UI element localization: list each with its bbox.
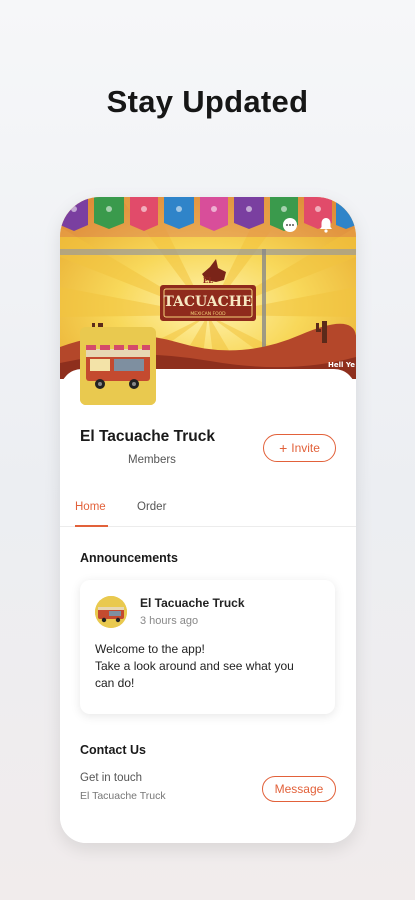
group-logo xyxy=(80,327,156,405)
invite-button[interactable]: + Invite xyxy=(263,434,336,462)
post-body-line: Welcome to the app! xyxy=(95,642,205,656)
contact-name: El Tacuache Truck xyxy=(80,790,166,802)
post-body: Welcome to the app! Take a look around a… xyxy=(95,641,327,692)
announcements-title: Announcements xyxy=(80,551,178,565)
avatar xyxy=(95,596,127,628)
chat-icon[interactable] xyxy=(280,215,300,235)
contact-subtitle: Get in touch xyxy=(80,772,143,784)
post-body-line: can do! xyxy=(95,676,135,690)
banner-logo-subtext: MEXICAN FOOD xyxy=(190,311,226,317)
tab-bar: Home Order xyxy=(60,493,356,527)
invite-button-label: Invite xyxy=(291,441,320,455)
phone-frame: EL TACUACHE MEXICAN FOOD Hell Ye El Tacu… xyxy=(60,197,356,843)
post-body-line: Take a look around and see what you xyxy=(95,659,294,673)
tab-order[interactable]: Order xyxy=(137,501,166,513)
contact-title: Contact Us xyxy=(80,743,146,757)
active-tab-indicator xyxy=(75,525,108,527)
tab-home[interactable]: Home xyxy=(75,501,106,513)
message-button[interactable]: Message xyxy=(262,776,336,802)
banner-corner-text: Hell Ye xyxy=(328,361,355,369)
announcement-post[interactable]: El Tacuache Truck 3 hours ago Welcome to… xyxy=(80,580,335,714)
group-name: El Tacuache Truck xyxy=(80,428,215,445)
group-card: El Tacuache Truck Members + Invite Home … xyxy=(60,327,356,843)
post-timestamp: 3 hours ago xyxy=(140,615,199,627)
svg-text:EL: EL xyxy=(203,276,213,285)
plus-icon: + xyxy=(279,440,288,456)
page-headline: Stay Updated xyxy=(106,84,309,119)
post-author: El Tacuache Truck xyxy=(140,596,245,610)
members-link[interactable]: Members xyxy=(128,454,176,466)
banner-logo-text: TACUACHE xyxy=(163,294,252,310)
bell-icon[interactable] xyxy=(316,215,336,235)
